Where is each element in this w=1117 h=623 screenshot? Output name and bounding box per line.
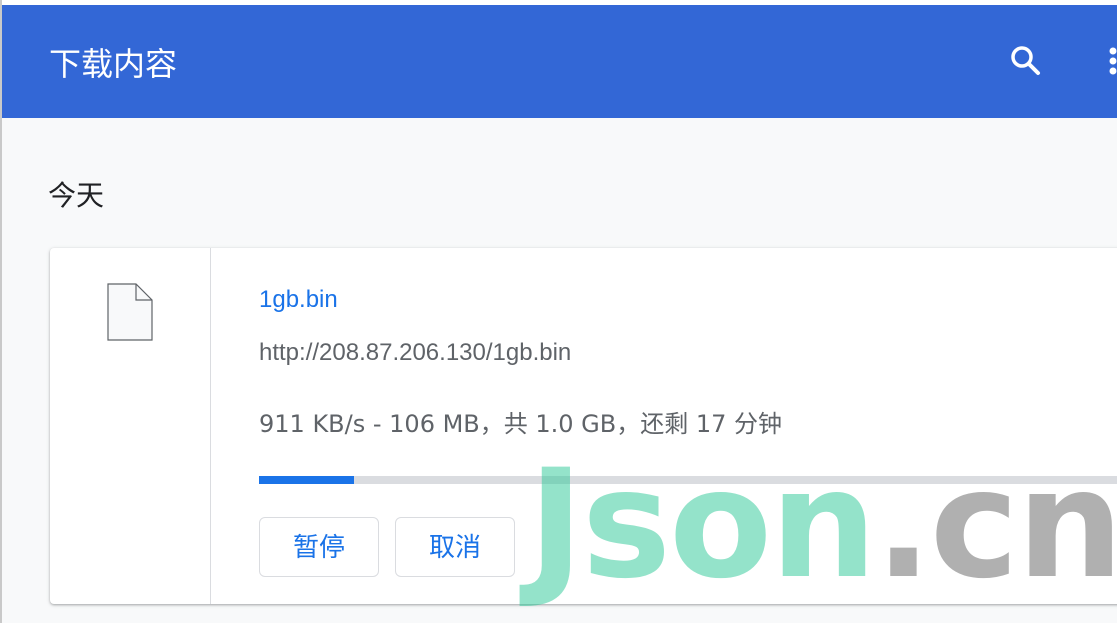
- date-section-heading: 今天: [48, 179, 105, 212]
- downloads-toolbar: 下载内容: [2, 5, 1117, 118]
- more-actions-button[interactable]: [1098, 37, 1117, 83]
- card-divider: [210, 248, 211, 604]
- download-progress-bar: [259, 476, 1117, 484]
- page-title: 下载内容: [49, 45, 178, 83]
- download-item-card: 1gb.bin http://208.87.206.130/1gb.bin 91…: [50, 248, 1117, 604]
- search-button[interactable]: [1002, 37, 1048, 83]
- search-icon: [1011, 46, 1040, 75]
- cancel-button[interactable]: 取消: [395, 517, 515, 577]
- file-url-link[interactable]: http://208.87.206.130/1gb.bin: [259, 338, 571, 368]
- pause-button[interactable]: 暂停: [259, 517, 379, 577]
- file-name-link[interactable]: 1gb.bin: [259, 285, 338, 315]
- download-status-text: 911 KB/s - 106 MB，共 1.0 GB，还剩 17 分钟: [259, 410, 783, 438]
- download-progress-fill: [259, 476, 355, 484]
- downloads-page: 下载内容 今天 1gb.bin http://208.87.206.130/1g…: [0, 0, 1117, 623]
- file-icon: [106, 282, 154, 342]
- more-vert-icon: [1109, 47, 1117, 75]
